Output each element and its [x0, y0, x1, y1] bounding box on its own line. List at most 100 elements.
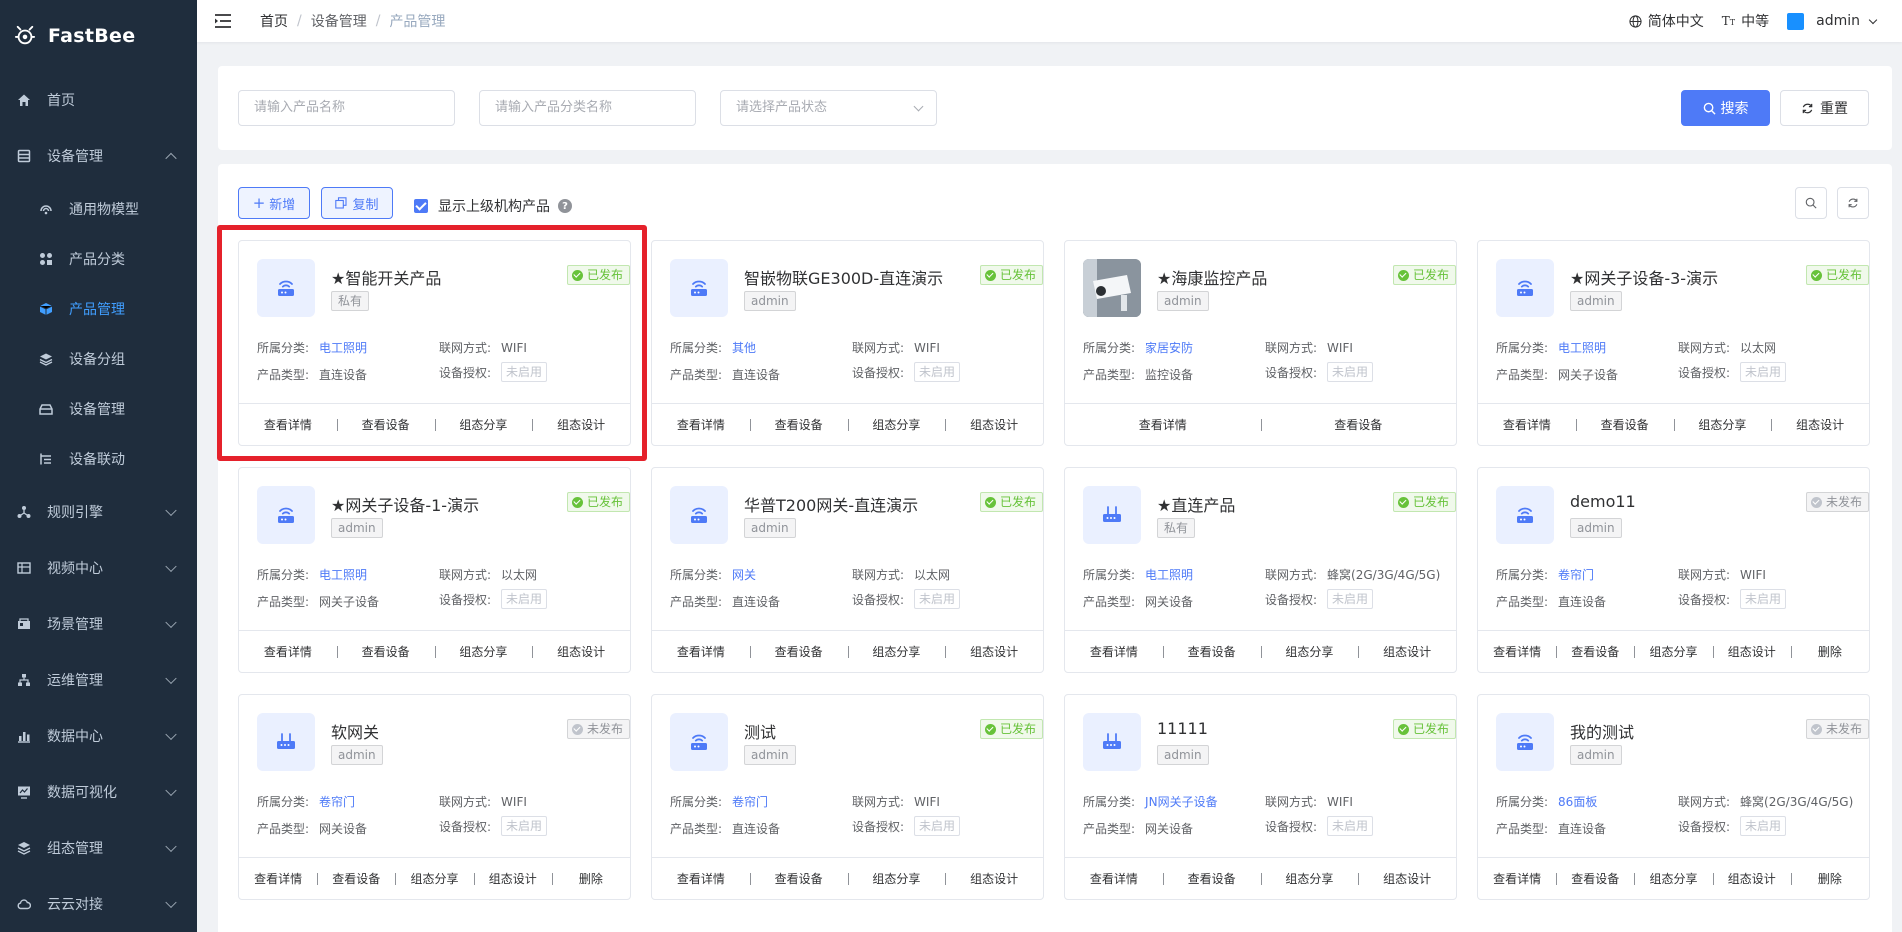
- product-card[interactable]: 我的测试 admin 未发布 所属分类: 86面板 联网方式: 蜂窝(2G/3G/4G/5G…: [1477, 694, 1870, 900]
- submenu-device-group[interactable]: 设备分组: [0, 334, 197, 384]
- view-detail-button[interactable]: 查看详情: [652, 416, 750, 433]
- category-value[interactable]: 网关: [732, 566, 756, 583]
- category-value[interactable]: 其他: [732, 339, 756, 356]
- breadcrumb-device-manage[interactable]: 设备管理: [311, 11, 367, 31]
- category-value[interactable]: 86面板: [1558, 793, 1597, 810]
- menu-device-manage[interactable]: 设备管理: [0, 128, 197, 184]
- refresh-list-button[interactable]: [1837, 187, 1869, 219]
- scada-design-button[interactable]: 组态设计: [1771, 416, 1869, 433]
- product-title[interactable]: ★海康监控产品: [1157, 265, 1267, 289]
- menu-ops[interactable]: 运维管理: [0, 652, 197, 708]
- product-card[interactable]: 11111 admin 已发布 所属分类: JN网关子设备 联网方式: WIFI 产品类型: 网…: [1064, 694, 1457, 900]
- view-detail-button[interactable]: 查看详情: [239, 643, 337, 660]
- scada-design-button[interactable]: 组态设计: [532, 416, 630, 433]
- view-detail-button[interactable]: 查看详情: [239, 416, 337, 433]
- scada-design-button[interactable]: 组态设计: [473, 870, 552, 887]
- product-card[interactable]: 软网关 admin 未发布 所属分类: 卷帘门 联网方式: WIFI 产品类型: 网关设备 设备授…: [238, 694, 631, 900]
- category-value[interactable]: 电工照明: [1145, 566, 1193, 583]
- product-card[interactable]: ★网关子设备-1-演示 admin 已发布 所属分类: 电工照明 联网方式: 以太网 产品类型…: [238, 467, 631, 673]
- view-detail-button[interactable]: 查看详情: [1478, 870, 1556, 887]
- product-title[interactable]: 软网关: [331, 719, 379, 743]
- menu-scene[interactable]: 场景管理: [0, 596, 197, 652]
- view-detail-button[interactable]: 查看详情: [1065, 870, 1163, 887]
- product-title[interactable]: demo11: [1570, 492, 1636, 511]
- view-devices-button[interactable]: 查看设备: [1162, 643, 1261, 660]
- product-title[interactable]: ★智能开关产品: [331, 265, 441, 289]
- scada-design-button[interactable]: 组态设计: [1712, 643, 1791, 660]
- product-name-input[interactable]: 请输入产品名称: [238, 90, 455, 126]
- logo[interactable]: FastBee: [0, 0, 197, 72]
- product-status-select[interactable]: 请选择产品状态: [720, 90, 937, 126]
- scada-design-button[interactable]: 组态设计: [1358, 870, 1456, 887]
- reset-button[interactable]: 重置: [1780, 90, 1869, 126]
- view-devices-button[interactable]: 查看设备: [749, 643, 848, 660]
- view-devices-button[interactable]: 查看设备: [1556, 870, 1634, 887]
- hamburger-icon[interactable]: [214, 13, 234, 29]
- view-devices-button[interactable]: 查看设备: [749, 870, 848, 887]
- scada-share-button[interactable]: 组态分享: [847, 416, 946, 433]
- scada-share-button[interactable]: 组态分享: [1260, 643, 1359, 660]
- submenu-product-category[interactable]: 产品分类: [0, 234, 197, 284]
- scada-design-button[interactable]: 组态设计: [945, 416, 1043, 433]
- view-detail-button[interactable]: 查看详情: [239, 870, 317, 887]
- delete-button[interactable]: 删除: [1790, 643, 1869, 660]
- copy-button[interactable]: 复制: [321, 187, 393, 219]
- product-card[interactable]: ★智能开关产品 私有 已发布 所属分类: 电工照明 联网方式: WIFI 产品类型: 直连设备 设…: [238, 240, 631, 446]
- view-devices-button[interactable]: 查看设备: [336, 643, 435, 660]
- category-value[interactable]: 电工照明: [1558, 339, 1606, 356]
- product-card[interactable]: ★网关子设备-3-演示 admin 已发布 所属分类: 电工照明 联网方式: 以太网 产品类型…: [1477, 240, 1870, 446]
- view-detail-button[interactable]: 查看详情: [652, 643, 750, 660]
- view-devices-button[interactable]: 查看设备: [1162, 870, 1261, 887]
- category-value[interactable]: 卷帘门: [1558, 566, 1594, 583]
- user-menu[interactable]: admin: [1787, 12, 1878, 30]
- product-card[interactable]: demo11 admin 未发布 所属分类: 卷帘门 联网方式: WIFI 产品类型: 直连设备…: [1477, 467, 1870, 673]
- search-button[interactable]: 搜索: [1681, 90, 1770, 126]
- product-card[interactable]: 智嵌物联GE300D-直连演示 admin 已发布 所属分类: 其他 联网方式: WIFI 产…: [651, 240, 1044, 446]
- submenu-device-manage[interactable]: 设备管理: [0, 384, 197, 434]
- language-switch[interactable]: 简体中文: [1629, 11, 1704, 31]
- scada-share-button[interactable]: 组态分享: [847, 870, 946, 887]
- menu-rule-engine[interactable]: 规则引擎: [0, 484, 197, 540]
- toggle-search-button[interactable]: [1795, 187, 1827, 219]
- view-detail-button[interactable]: 查看详情: [652, 870, 750, 887]
- scada-share-button[interactable]: 组态分享: [395, 870, 473, 887]
- category-value[interactable]: 家居安防: [1145, 339, 1193, 356]
- scada-share-button[interactable]: 组态分享: [434, 643, 533, 660]
- category-value[interactable]: JN网关子设备: [1145, 793, 1218, 810]
- view-detail-button[interactable]: 查看详情: [1065, 416, 1261, 433]
- view-devices-button[interactable]: 查看设备: [749, 416, 848, 433]
- scada-design-button[interactable]: 组态设计: [1358, 643, 1456, 660]
- submenu-product-manage[interactable]: 产品管理: [0, 284, 197, 334]
- question-icon[interactable]: ?: [558, 199, 572, 213]
- category-value[interactable]: 电工照明: [319, 339, 367, 356]
- size-switch[interactable]: TT 中等: [1722, 11, 1769, 31]
- menu-cloud[interactable]: 云云对接: [0, 876, 197, 932]
- product-category-input[interactable]: 请输入产品分类名称: [479, 90, 696, 126]
- delete-button[interactable]: 删除: [551, 870, 630, 887]
- product-card[interactable]: 测试 admin 已发布 所属分类: 卷帘门 联网方式: WIFI 产品类型: 直连设备 设备授权…: [651, 694, 1044, 900]
- view-devices-button[interactable]: 查看设备: [336, 416, 435, 433]
- product-title[interactable]: ★网关子设备-1-演示: [331, 492, 479, 516]
- category-value[interactable]: 电工照明: [319, 566, 367, 583]
- show-parent-checkbox[interactable]: 显示上级机构产品 ?: [414, 196, 572, 216]
- add-button[interactable]: + 新增: [238, 187, 310, 219]
- product-title[interactable]: 11111: [1157, 719, 1208, 738]
- menu-scada[interactable]: 组态管理: [0, 820, 197, 876]
- scada-share-button[interactable]: 组态分享: [1634, 870, 1712, 887]
- view-devices-button[interactable]: 查看设备: [317, 870, 395, 887]
- product-title[interactable]: 智嵌物联GE300D-直连演示: [744, 265, 943, 289]
- view-devices-button[interactable]: 查看设备: [1260, 416, 1457, 433]
- product-card[interactable]: ★海康监控产品 admin 已发布 所属分类: 家居安防 联网方式: WIFI 产品类型: 监控…: [1064, 240, 1457, 446]
- scada-design-button[interactable]: 组态设计: [945, 643, 1043, 660]
- scada-share-button[interactable]: 组态分享: [434, 416, 533, 433]
- scada-design-button[interactable]: 组态设计: [945, 870, 1043, 887]
- product-card[interactable]: ★直连产品 私有 已发布 所属分类: 电工照明 联网方式: 蜂窝(2G/3G/4G/5G) 产…: [1064, 467, 1457, 673]
- product-title[interactable]: 我的测试: [1570, 719, 1634, 743]
- breadcrumb-home[interactable]: 首页: [260, 11, 288, 31]
- scada-share-button[interactable]: 组态分享: [1260, 870, 1359, 887]
- scada-share-button[interactable]: 组态分享: [1673, 416, 1772, 433]
- menu-video-center[interactable]: 视频中心: [0, 540, 197, 596]
- product-card[interactable]: 华普T200网关-直连演示 admin 已发布 所属分类: 网关 联网方式: 以太网 产品类型…: [651, 467, 1044, 673]
- delete-button[interactable]: 删除: [1790, 870, 1869, 887]
- menu-home[interactable]: 首页: [0, 72, 197, 128]
